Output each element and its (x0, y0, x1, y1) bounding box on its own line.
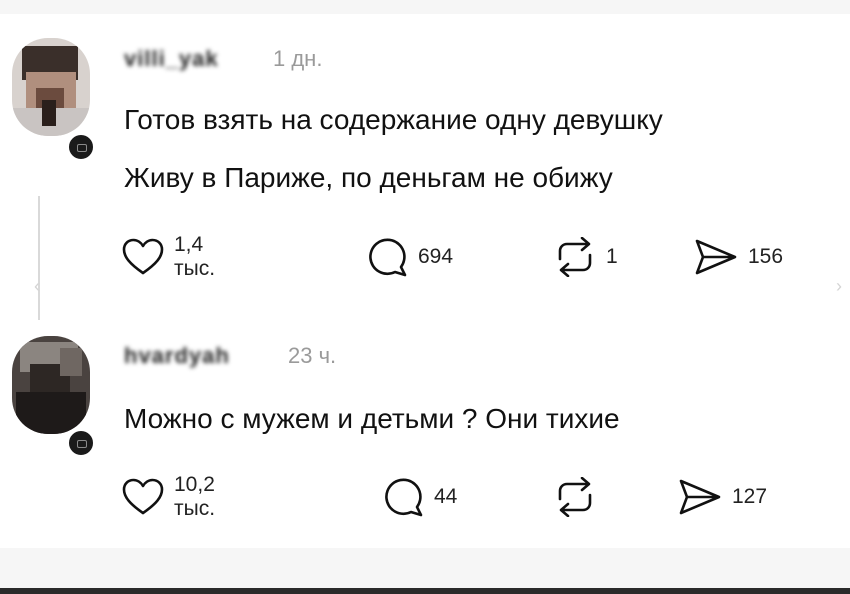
repost-button[interactable]: 1 (554, 237, 618, 277)
heart-icon (122, 238, 164, 275)
reply-button[interactable]: 44 (384, 477, 457, 517)
repost-button[interactable] (554, 477, 606, 517)
like-count: 10,2 тыс. (174, 473, 216, 520)
share-button[interactable]: 156 (694, 237, 783, 277)
reply-button[interactable]: 694 (368, 237, 453, 277)
repost-icon (558, 237, 592, 277)
top-band (0, 0, 850, 14)
share-button[interactable]: 127 (678, 477, 767, 517)
scroll-right-icon: › (836, 276, 842, 296)
reply-count: 694 (418, 245, 454, 268)
share-count: 156 (748, 245, 784, 268)
scroll-left-icon: ‹ (34, 276, 40, 296)
avatar[interactable] (12, 336, 90, 434)
heart-icon (122, 478, 164, 515)
like-button[interactable]: 10,2 тыс. (122, 473, 215, 520)
follow-badge-icon[interactable] (66, 132, 96, 162)
post-time: 1 дн. (273, 46, 323, 71)
username[interactable]: villi_yak (124, 46, 219, 72)
reply-count: 44 (434, 485, 458, 508)
share-count: 127 (732, 485, 768, 508)
like-count: 1,4 тыс. (174, 233, 216, 280)
post-text-line-1: Готов взять на содержание одну девушку (124, 104, 663, 135)
comment-bubble-icon (385, 478, 423, 517)
post-time: 23 ч. (288, 343, 337, 368)
avatar[interactable] (12, 38, 90, 136)
bottom-bar (0, 588, 850, 594)
post-text-line-2: Живу в Париже, по деньгам не обижу (124, 162, 613, 193)
thread-line (38, 196, 40, 320)
follow-badge-icon[interactable] (66, 428, 96, 458)
post-text-line-1: Можно с мужем и детьми ? Они тихие (124, 403, 620, 434)
send-icon (695, 239, 737, 275)
like-button[interactable]: 1,4 тыс. (122, 233, 215, 280)
username[interactable]: hvardyah (124, 343, 230, 369)
send-icon (679, 479, 721, 515)
comment-bubble-icon (369, 238, 407, 277)
bottom-band (0, 548, 850, 588)
repost-icon (558, 477, 592, 517)
repost-count: 1 (606, 245, 618, 268)
